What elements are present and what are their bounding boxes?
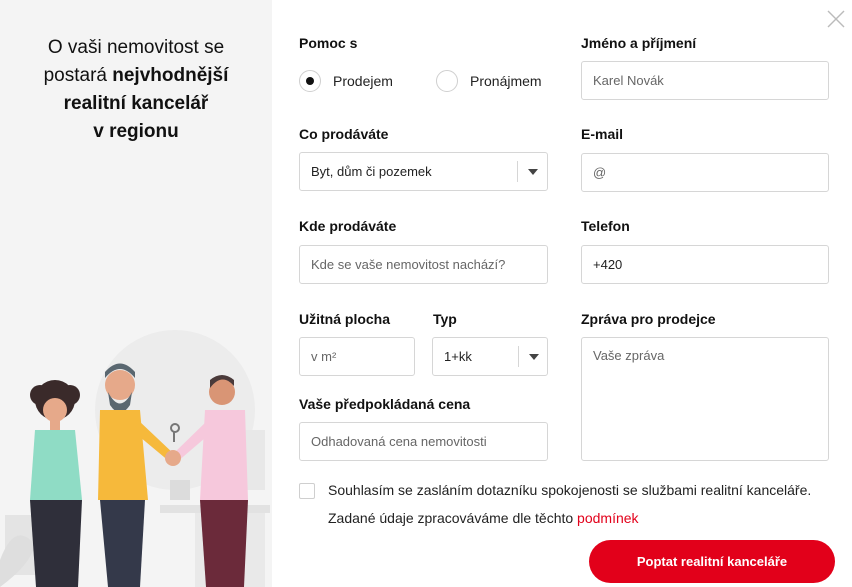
radio-sale[interactable]: Prodejem — [299, 70, 393, 92]
message-label: Zpráva pro prodejce — [581, 311, 716, 327]
area-placeholder: v m² — [311, 349, 337, 364]
consent-text: Souhlasím se zasláním dotazníku spokojen… — [328, 482, 812, 498]
property-type-select[interactable]: Byt, dům či pozemek — [299, 152, 548, 191]
price-label: Vaše předpokládaná cena — [299, 396, 471, 412]
layout-type-label: Typ — [433, 311, 457, 327]
select-divider — [517, 161, 518, 182]
radio-sale-label: Prodejem — [333, 73, 393, 89]
property-type-value: Byt, dům či pozemek — [311, 164, 432, 179]
inquiry-form: Pomoc s Prodejem Pronájmem Co prodáváte … — [0, 0, 852, 587]
email-label: E-mail — [581, 126, 624, 142]
data-processing-text: Zadané údaje zpracováváme dle těchto — [328, 510, 578, 526]
radio-rent-label: Pronájmem — [470, 73, 542, 89]
chevron-down-icon[interactable] — [529, 354, 539, 360]
radio-rent-control[interactable] — [436, 70, 458, 92]
radio-sale-control[interactable] — [299, 70, 321, 92]
chevron-down-icon[interactable] — [528, 169, 538, 175]
radio-rent[interactable]: Pronájmem — [436, 70, 542, 92]
help-type-label: Pomoc s — [299, 35, 358, 51]
email-input[interactable]: @ — [581, 153, 829, 192]
price-input[interactable]: Odhadovaná cena nemovitosti — [299, 422, 548, 461]
message-placeholder: Vaše zpráva — [593, 348, 665, 363]
location-placeholder: Kde se vaše nemovitost nachází? — [311, 257, 506, 272]
name-label: Jméno a příjmení — [581, 35, 697, 51]
phone-input[interactable]: +420 — [581, 245, 829, 284]
area-input[interactable]: v m² — [299, 337, 415, 376]
terms-link[interactable]: podmínek — [577, 510, 638, 526]
location-input[interactable]: Kde se vaše nemovitost nachází? — [299, 245, 548, 284]
property-type-label: Co prodáváte — [299, 126, 389, 142]
name-input[interactable]: Karel Novák — [581, 61, 829, 100]
phone-label: Telefon — [581, 218, 630, 234]
message-textarea[interactable]: Vaše zpráva — [581, 337, 829, 461]
close-icon[interactable] — [826, 9, 846, 29]
email-placeholder: @ — [593, 165, 607, 180]
radio-selected-dot — [306, 77, 314, 85]
consent-checkbox[interactable] — [299, 483, 315, 499]
name-placeholder: Karel Novák — [593, 73, 664, 88]
layout-type-select[interactable]: 1+kk — [432, 337, 548, 376]
select-divider — [518, 346, 519, 367]
layout-type-value: 1+kk — [444, 349, 472, 364]
submit-button[interactable]: Poptat realitní kanceláře — [589, 540, 835, 583]
phone-value: +420 — [593, 257, 623, 272]
data-processing-note: Zadané údaje zpracováváme dle těchto pod… — [328, 510, 639, 526]
price-placeholder: Odhadovaná cena nemovitosti — [311, 434, 487, 449]
location-label: Kde prodáváte — [299, 218, 397, 234]
area-label: Užitná plocha — [299, 311, 391, 327]
